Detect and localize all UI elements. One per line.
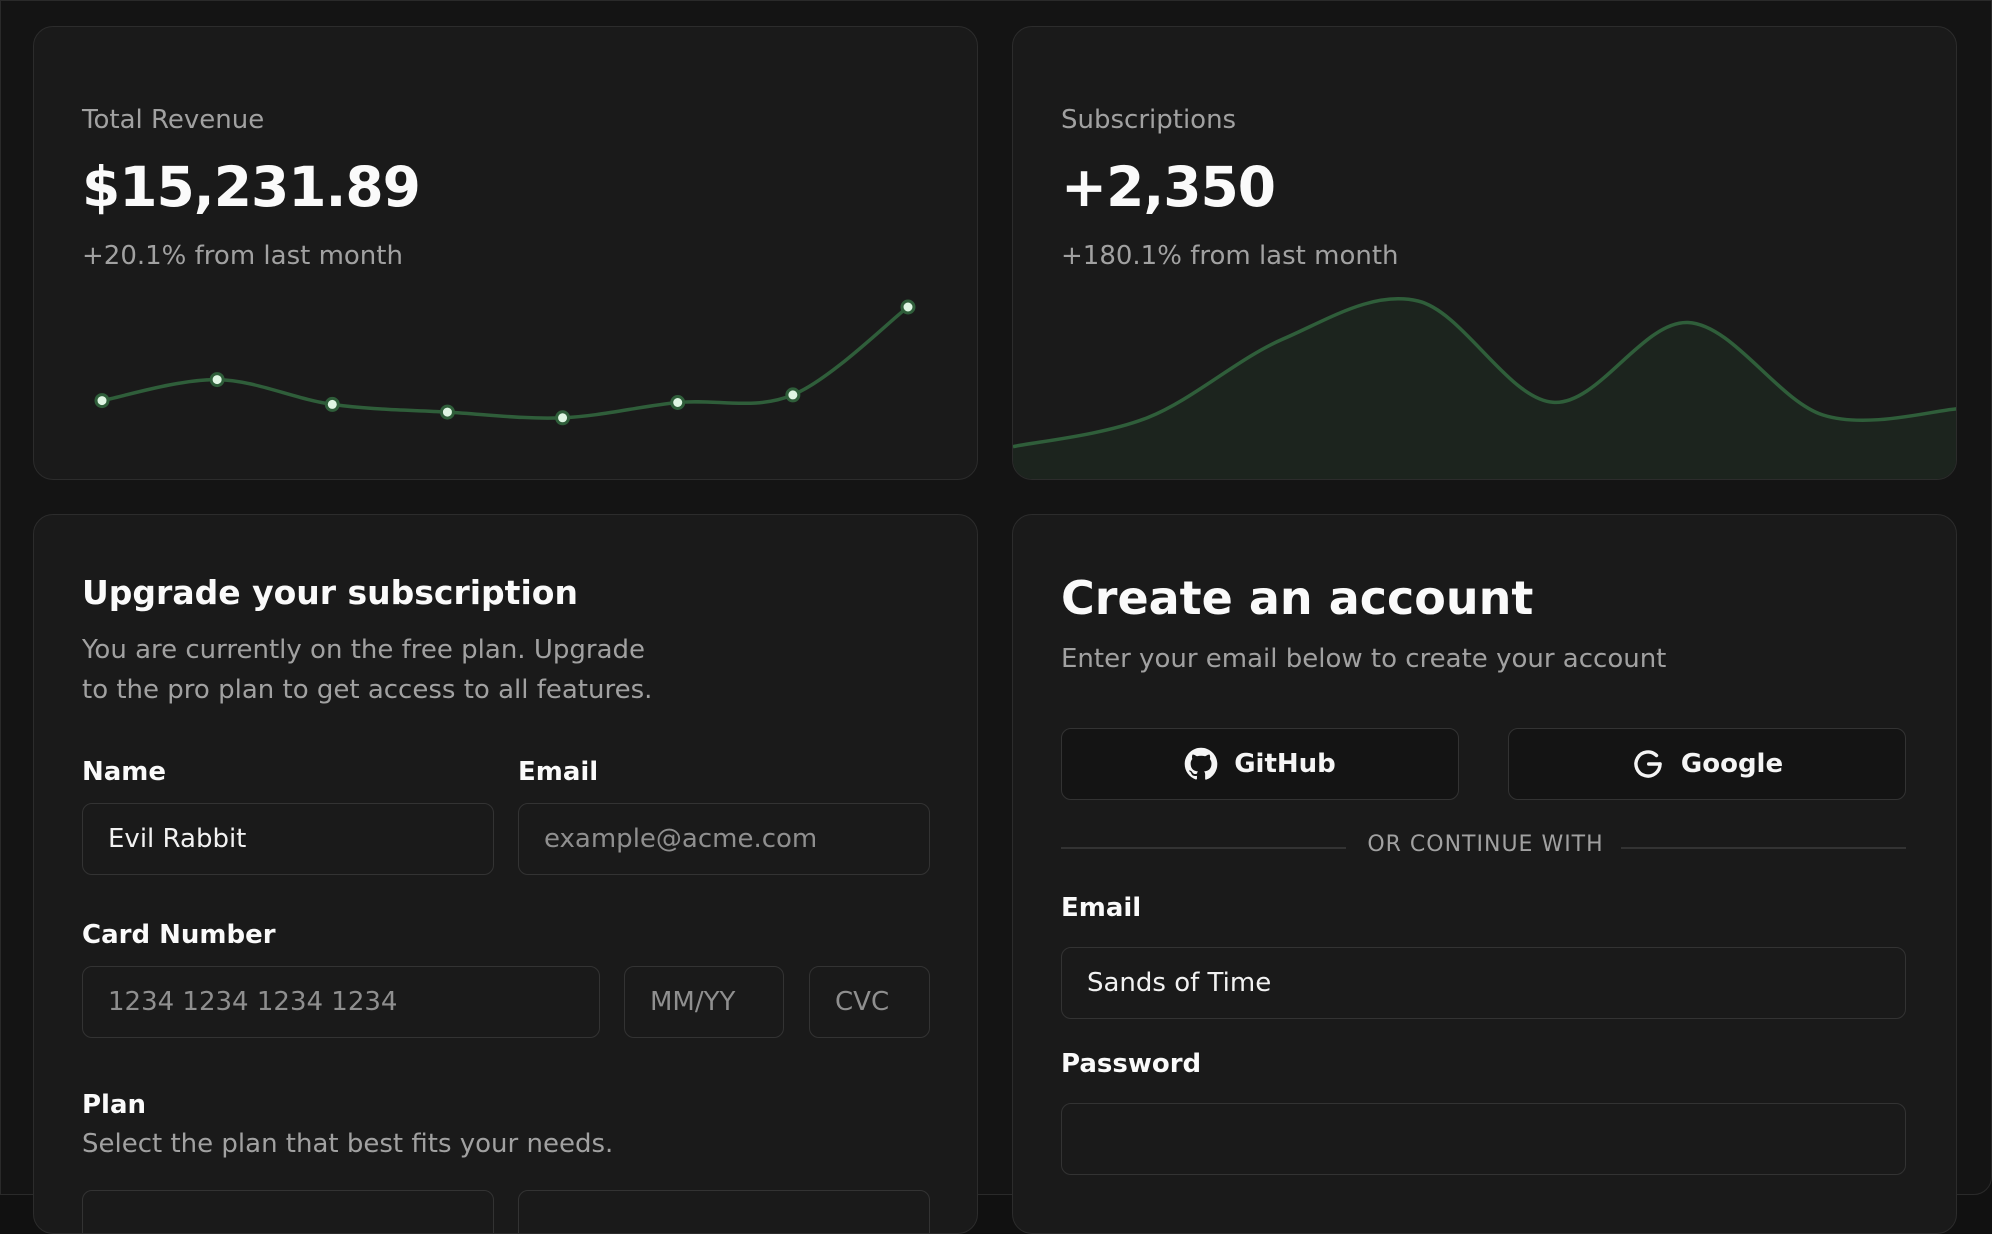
upgrade-title: Upgrade your subscription <box>82 573 578 612</box>
plan-label: Plan <box>82 1090 147 1120</box>
plan-description: Select the plan that best fits your need… <box>82 1129 614 1159</box>
github-button[interactable]: GitHub <box>1061 728 1459 800</box>
password-label: Password <box>1061 1049 1202 1079</box>
email-label: Email <box>518 757 599 787</box>
name-label: Name <box>82 757 167 787</box>
github-button-label: GitHub <box>1234 749 1336 779</box>
subscriptions-area-chart <box>1013 297 1956 479</box>
revenue-point-5 <box>555 410 571 426</box>
password-input[interactable] <box>1061 1103 1906 1175</box>
account-email-label: Email <box>1061 893 1142 923</box>
upgrade-card: Upgrade your subscription You are curren… <box>33 514 978 1234</box>
subscriptions-area-fill <box>1013 298 1956 479</box>
subscriptions-card: Subscriptions +2,350 +180.1% from last m… <box>1012 26 1957 480</box>
github-icon <box>1184 747 1218 781</box>
upgrade-description-line1: You are currently on the free plan. Upgr… <box>82 635 645 665</box>
cvc-input[interactable]: CVC <box>809 966 930 1038</box>
name-input[interactable]: Evil Rabbit <box>82 803 494 875</box>
account-email-input[interactable]: Sands of Time <box>1061 947 1906 1019</box>
revenue-card: Total Revenue $15,231.89 +20.1% from las… <box>33 26 978 480</box>
card-number-input[interactable]: 1234 1234 1234 1234 <box>82 966 600 1038</box>
revenue-point-7 <box>785 387 801 403</box>
revenue-point-8 <box>900 299 916 315</box>
dashboard-frame: Total Revenue $15,231.89 +20.1% from las… <box>0 0 1992 1234</box>
revenue-point-1 <box>94 393 110 409</box>
expiry-input[interactable]: MM/YY <box>624 966 784 1038</box>
revenue-series-line <box>101 305 910 420</box>
revenue-point-3 <box>324 396 340 412</box>
create-account-description: Enter your email below to create your ac… <box>1061 644 1667 674</box>
divider-text: OR CONTINUE WITH <box>1367 832 1604 857</box>
google-button-label: Google <box>1680 749 1784 779</box>
google-button[interactable]: Google <box>1508 728 1906 800</box>
card-number-label: Card Number <box>82 920 276 950</box>
google-icon <box>1631 747 1665 781</box>
email-input[interactable]: example@acme.com <box>518 803 930 875</box>
revenue-point-6 <box>670 395 686 410</box>
plan-option-pro[interactable] <box>518 1190 930 1233</box>
upgrade-description-line2: to the pro plan to get access to all fea… <box>82 675 653 705</box>
create-account-card: Create an account Enter your email below… <box>1012 514 1957 1234</box>
revenue-point-2 <box>209 372 225 388</box>
plan-option-starter[interactable] <box>82 1190 494 1233</box>
revenue-point-4 <box>439 404 455 420</box>
revenue-line-chart <box>94 299 916 426</box>
create-account-title: Create an account <box>1061 571 1534 625</box>
